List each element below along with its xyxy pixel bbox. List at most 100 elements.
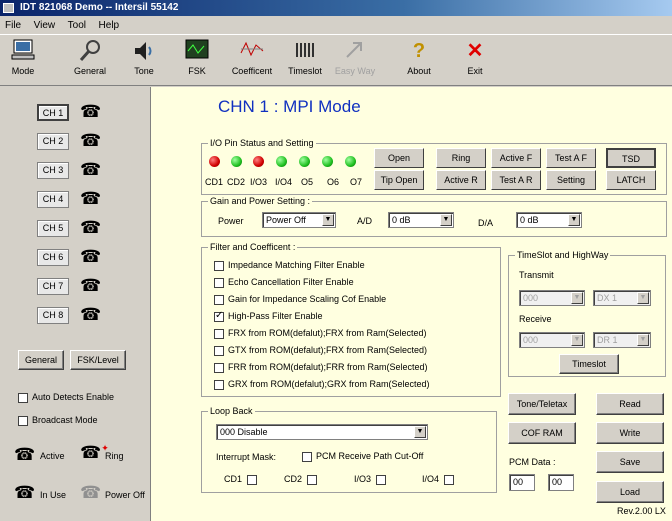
receive-highway-select[interactable]: DR 1 ▼ — [593, 332, 651, 348]
wrench-icon — [68, 39, 112, 63]
menu-view[interactable]: View — [29, 17, 61, 35]
pcm-cutoff-checkbox[interactable]: PCM Receive Path Cut-Off — [302, 451, 423, 462]
pcm-data-label: PCM Data : — [509, 457, 556, 467]
toolbar-about-button[interactable]: ? About — [402, 37, 436, 83]
tone-teletax-button[interactable]: Tone/Teletax — [508, 393, 576, 415]
tsd-button[interactable]: TSD — [606, 148, 656, 168]
channel-panel: CH 1 ☎ CH 2 ☎ CH 3 ☎ CH 4 ☎ CH 5 ☎ CH 6 … — [0, 87, 150, 521]
waveform-icon — [226, 39, 278, 63]
da-gain-select[interactable]: 0 dB ▼ — [516, 212, 582, 228]
led-cd2 — [231, 156, 242, 167]
chevron-down-icon: ▼ — [440, 214, 452, 226]
read-button[interactable]: Read — [596, 393, 664, 415]
auto-detects-checkbox[interactable]: Auto Detects Enable — [18, 392, 114, 403]
tip-open-button[interactable]: Tip Open — [374, 170, 424, 190]
gtx-ram-checkbox[interactable]: GTX from ROM(defalut);FRX from Ram(Selec… — [214, 345, 427, 356]
pin-label-o6: O6 — [327, 177, 340, 187]
pcm-data-field-1[interactable]: 00 — [509, 474, 535, 491]
pin-label-o5: O5 — [301, 177, 314, 187]
mask-cd2-checkbox[interactable]: CD2 — [284, 474, 321, 485]
toolbar-mode-button[interactable]: Mode — [6, 37, 40, 83]
frr-ram-checkbox[interactable]: FRR from ROM(defalut);FRR from Ram(Selec… — [214, 362, 428, 373]
test-a-f-button[interactable]: Test A F — [546, 148, 596, 168]
toolbar-tone-button[interactable]: Tone — [128, 37, 160, 83]
computer-icon — [6, 39, 40, 63]
mask-io4-checkbox[interactable]: I/O4 — [422, 474, 458, 485]
pcm-data-field-2[interactable]: 00 — [548, 474, 574, 491]
frx-ram-checkbox[interactable]: FRX from ROM(defalut);FRX from Ram(Selec… — [214, 328, 427, 339]
channel-button-2[interactable]: CH 2 — [37, 133, 69, 150]
gain-impedance-scaling-checkbox[interactable]: Gain for Impedance Scaling Cof Enable — [214, 294, 386, 305]
receive-slot-select[interactable]: 000 ▼ — [519, 332, 585, 348]
save-button[interactable]: Save — [596, 451, 664, 473]
transmit-slot-select[interactable]: 000 ▼ — [519, 290, 585, 306]
test-a-r-button[interactable]: Test A R — [491, 170, 541, 190]
channel-button-5[interactable]: CH 5 — [37, 220, 69, 237]
da-label: D/A — [478, 218, 494, 228]
loop-back-select[interactable]: 000 Disable ▼ — [216, 424, 428, 440]
active-f-button[interactable]: Active F — [491, 148, 541, 168]
high-pass-filter-checkbox[interactable]: High-Pass Filter Enable — [214, 310, 323, 322]
toolbar-timeslot-button[interactable]: Timeslot — [283, 37, 327, 83]
load-button[interactable]: Load — [596, 481, 664, 503]
menu-tool[interactable]: Tool — [63, 17, 91, 35]
power-select[interactable]: Power Off ▼ — [262, 212, 336, 228]
transmit-highway-select[interactable]: DX 1 ▼ — [593, 290, 651, 306]
open-button[interactable]: Open — [374, 148, 424, 168]
channel-button-4[interactable]: CH 4 — [37, 191, 69, 208]
phone-icon: ☎ — [80, 305, 102, 324]
toolbar-exit-button[interactable]: ✕ Exit — [460, 37, 490, 83]
legend-power-off-label: Power Off — [105, 490, 145, 500]
impedance-matching-checkbox[interactable]: Impedance Matching Filter Enable — [214, 260, 365, 271]
pin-label-cd1: CD1 — [205, 177, 224, 187]
echo-cancellation-checkbox[interactable]: Echo Cancellation Filter Enable — [214, 277, 354, 288]
toolbar-general-button[interactable]: General — [68, 37, 112, 83]
phone-in-use-icon: ☎ — [14, 483, 36, 502]
filter-group-title: Filter and Coefficent : — [208, 242, 298, 252]
latch-button[interactable]: LATCH — [606, 170, 656, 190]
broadcast-mode-checkbox[interactable]: Broadcast Mode — [18, 415, 98, 426]
cof-ram-button[interactable]: COF RAM — [508, 422, 576, 444]
filter-coefficent-group: Filter and Coefficent : Impedance Matchi… — [201, 242, 501, 397]
toolbar-easyway-button[interactable]: Easy Way — [333, 37, 377, 83]
phone-active-icon: ☎ — [14, 445, 36, 464]
main-panel: CHN 1 : MPI Mode I/O Pin Status and Sett… — [150, 87, 672, 521]
channel-button-8[interactable]: CH 8 — [37, 307, 69, 324]
channel-button-1[interactable]: CH 1 — [37, 104, 69, 121]
chevron-down-icon: ▼ — [571, 292, 583, 304]
ad-gain-select[interactable]: 0 dB ▼ — [388, 212, 454, 228]
mask-cd1-checkbox[interactable]: CD1 — [224, 474, 261, 485]
phone-power-off-icon: ☎ — [80, 483, 102, 502]
ring-button[interactable]: Ring — [436, 148, 486, 168]
grx-ram-checkbox[interactable]: GRX from ROM(defalut);GRX from Ram(Selec… — [214, 379, 430, 390]
timeslot-button[interactable]: Timeslot — [559, 354, 619, 374]
window-title: IDT 821068 Demo -- Intersil 55142 — [20, 2, 179, 13]
fsk-level-button[interactable]: FSK/Level — [70, 350, 126, 370]
timeslot-icon — [283, 39, 327, 63]
io-led-row — [209, 156, 369, 168]
speaker-icon — [128, 39, 160, 63]
page-title: CHN 1 : MPI Mode — [218, 97, 361, 116]
led-cd1 — [209, 156, 220, 167]
chevron-down-icon: ▼ — [414, 426, 426, 438]
timeslot-highway-group: TimeSlot and HighWay Transmit 000 ▼ DX 1 ▼… — [508, 250, 666, 377]
setting-button[interactable]: Setting — [546, 170, 596, 190]
channel-button-7[interactable]: CH 7 — [37, 278, 69, 295]
chevron-down-icon: ▼ — [322, 214, 334, 226]
general-button[interactable]: General — [18, 350, 64, 370]
arrow-icon — [333, 39, 377, 63]
menu-bar: File View Tool Help — [0, 16, 672, 34]
active-r-button[interactable]: Active R — [436, 170, 486, 190]
toolbar-coefficent-button[interactable]: Coefficent — [226, 37, 278, 83]
menu-help[interactable]: Help — [94, 17, 125, 35]
phone-icon: ☎ — [80, 160, 102, 179]
channel-button-6[interactable]: CH 6 — [37, 249, 69, 266]
channel-button-3[interactable]: CH 3 — [37, 162, 69, 179]
led-io4 — [276, 156, 287, 167]
phone-icon: ☎ — [80, 218, 102, 237]
toolbar-fsk-button[interactable]: FSK — [182, 37, 212, 83]
mask-io3-checkbox[interactable]: I/O3 — [354, 474, 390, 485]
legend-in-use-label: In Use — [40, 490, 67, 500]
write-button[interactable]: Write — [596, 422, 664, 444]
menu-file[interactable]: File — [0, 17, 26, 35]
